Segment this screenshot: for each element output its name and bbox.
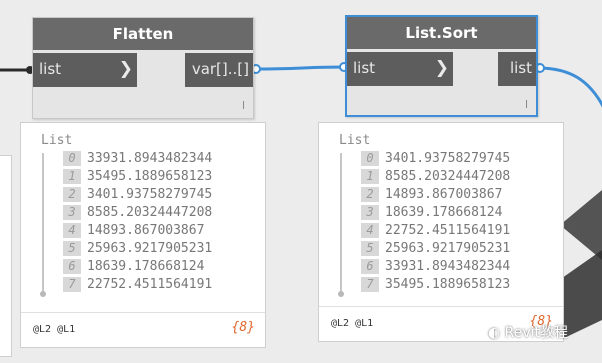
item-index: 5 [63, 241, 81, 256]
list-item: 1 8585.20324447208 [361, 169, 510, 187]
list-item: 1 35495.1889658123 [63, 169, 212, 187]
item-index: 3 [63, 205, 81, 220]
flatten-node[interactable]: Flatten list ❯ var[]..[] l [32, 17, 254, 119]
chevron-right-icon: ❯ [118, 59, 133, 79]
item-value: 14893.867003867 [385, 187, 503, 202]
list-item: 0 3401.93758279745 [361, 151, 510, 169]
item-value: 25963.9217905231 [87, 241, 213, 256]
item-value: 22752.4511564191 [87, 277, 213, 292]
sort-output-wire[interactable] [537, 66, 602, 110]
list-item: 2 14893.867003867 [361, 187, 502, 205]
item-index: 7 [63, 277, 81, 292]
item-value: 33931.8943482344 [385, 259, 511, 274]
list-levels[interactable]: @L2 @L1 [33, 324, 75, 335]
node-title: Flatten [33, 18, 253, 50]
item-count: {8} [231, 320, 255, 335]
chevron-right-icon: ❯ [434, 58, 449, 78]
list-item: 4 22752.4511564191 [361, 223, 510, 241]
item-index: 2 [361, 187, 379, 202]
item-index: 4 [361, 223, 379, 238]
lacing-indicator[interactable]: l [242, 99, 245, 112]
item-value: 33931.8943482344 [87, 151, 213, 166]
offscreen-preview-panel [0, 155, 12, 357]
item-value: 3401.93758279745 [87, 187, 213, 202]
list-item: 7 35495.1889658123 [361, 277, 510, 295]
item-value: 25963.9217905231 [385, 241, 511, 256]
list-tree-dot [338, 291, 344, 297]
item-index: 6 [63, 259, 81, 274]
preview-title: List [339, 133, 371, 148]
item-value: 35495.1889658123 [87, 169, 213, 184]
item-index: 1 [361, 169, 379, 184]
output-port-var[interactable]: var[]..[] [185, 53, 253, 87]
item-value: 18639.178668124 [87, 259, 205, 274]
list-item: 0 33931.8943482344 [63, 151, 212, 169]
input-port-list[interactable]: list ❯ [347, 52, 453, 86]
watermark: ◐ Revit教程 [488, 322, 568, 342]
item-index: 3 [361, 205, 379, 220]
list-tree-line [42, 153, 44, 293]
item-index: 0 [361, 151, 379, 166]
background-shape [560, 190, 602, 260]
item-value: 8585.20324447208 [87, 205, 213, 220]
output-port-list[interactable]: list [498, 52, 536, 86]
list-sort-node[interactable]: List.Sort list ❯ list l [345, 15, 538, 117]
list-tree-line [340, 153, 342, 293]
node-title: List.Sort [347, 17, 536, 49]
item-value: 8585.20324447208 [385, 169, 511, 184]
list-item: 5 25963.9217905231 [361, 241, 510, 259]
list-item: 3 18639.178668124 [361, 205, 502, 223]
watermark-text: Revit教程 [504, 325, 569, 341]
lacing-indicator[interactable]: l [525, 98, 528, 111]
item-index: 7 [361, 277, 379, 292]
item-value: 14893.867003867 [87, 223, 205, 238]
graph-canvas[interactable]: Flatten list ❯ var[]..[] l List.Sort lis… [0, 0, 602, 363]
sort-preview[interactable]: List 0 3401.93758279745 1 8585.20324447208… [318, 122, 564, 342]
list-item: 2 3401.93758279745 [63, 187, 212, 205]
list-item: 5 25963.9217905231 [63, 241, 212, 259]
list-item: 6 18639.178668124 [63, 259, 204, 277]
wechat-icon: ◐ [488, 325, 501, 341]
item-index: 1 [63, 169, 81, 184]
list-tree-dot [40, 291, 46, 297]
item-index: 2 [63, 187, 81, 202]
item-index: 4 [63, 223, 81, 238]
list-item: 6 33931.8943482344 [361, 259, 510, 277]
item-value: 18639.178668124 [385, 205, 503, 220]
preview-footer: @L2 @L1 {8} [21, 312, 265, 347]
flatten-preview[interactable]: List 0 33931.8943482344 1 35495.1889658123… [20, 122, 266, 348]
list-item: 7 22752.4511564191 [63, 277, 212, 295]
item-index: 0 [63, 151, 81, 166]
item-value: 3401.93758279745 [385, 151, 511, 166]
item-index: 5 [361, 241, 379, 256]
input-port-list[interactable]: list ❯ [33, 53, 137, 87]
list-item: 4 14893.867003867 [63, 223, 204, 241]
list-item: 3 8585.20324447208 [63, 205, 212, 223]
flatten-to-sort-wire[interactable] [255, 65, 347, 71]
port-label: list [39, 60, 62, 78]
preview-title: List [41, 133, 73, 148]
port-label: list [353, 59, 376, 77]
item-value: 22752.4511564191 [385, 223, 511, 238]
port-label: list [509, 59, 532, 77]
port-label: var[]..[] [191, 60, 249, 78]
list-levels[interactable]: @L2 @L1 [331, 318, 373, 329]
item-index: 6 [361, 259, 379, 274]
item-value: 35495.1889658123 [385, 277, 511, 292]
